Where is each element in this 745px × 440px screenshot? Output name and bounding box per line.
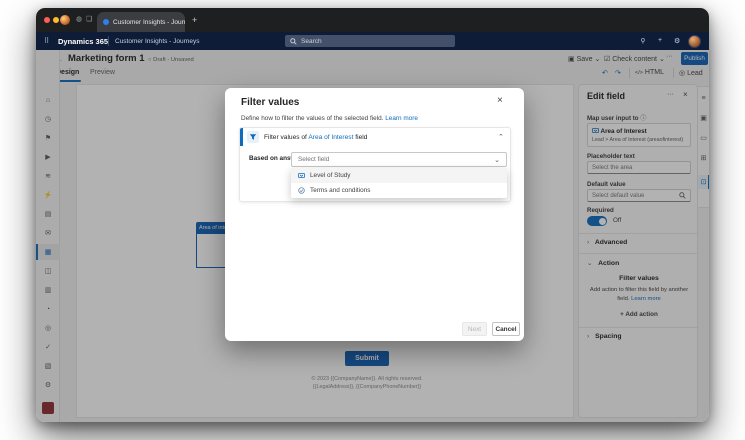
select-field-combobox[interactable]: Select field ⌄ [291,152,507,167]
next-button[interactable]: Next [462,322,487,336]
minimize-window-button[interactable] [53,17,59,23]
app-header: ⠿ Dynamics 365 Customer Insights - Journ… [36,32,709,50]
app-content: ← Marketing form 1 ○ Draft - Unsaved ▣ S… [36,50,709,422]
waffle-menu-icon[interactable]: ⠿ [44,37,49,45]
option-level-of-study[interactable]: Level of Study [291,168,507,183]
choice-field-icon [298,173,305,178]
user-avatar[interactable] [688,34,701,48]
browser-window: ◍ ❏ Customer Insights - Journeys × + ⠿ D… [36,8,709,422]
tab-title: Customer Insights - Journeys [113,18,185,26]
browser-profile-avatar[interactable] [60,15,70,25]
checkmark-circle-icon [298,187,305,194]
add-icon[interactable]: + [658,37,662,44]
global-search-input[interactable]: Search [285,35,455,47]
browser-tab[interactable]: Customer Insights - Journeys × [97,12,185,32]
dialog-close-icon[interactable]: × [497,95,503,106]
combobox-chevron-icon: ⌄ [494,156,500,164]
search-icon [290,37,297,45]
header-divider [108,36,109,46]
section-accent-bar [240,128,243,146]
search-placeholder: Search [301,37,322,45]
cancel-button[interactable]: Cancel [492,322,520,336]
new-tab-button[interactable]: + [192,16,197,25]
tab-favicon [103,19,109,25]
tab-overview-icon[interactable]: ❏ [86,15,92,23]
field-name-link[interactable]: Area of Interest [308,134,353,141]
dialog-learn-more-link[interactable]: Learn more [385,115,418,122]
coach-lightbulb-icon[interactable]: ϙ [641,37,645,44]
field-options-dropdown: Level of Study Terms and conditions [291,168,507,198]
dialog-title: Filter values [241,97,300,108]
settings-gear-icon[interactable]: ⚙ [674,37,680,45]
extensions-icon[interactable]: ◍ [76,15,82,23]
option-terms-and-conditions[interactable]: Terms and conditions [291,183,507,198]
filter-values-dialog: Filter values × Define how to filter the… [225,88,524,341]
filter-funnel-icon [247,131,259,143]
close-window-button[interactable] [44,17,50,23]
browser-chrome: ◍ ❏ Customer Insights - Journeys × + [36,8,709,32]
dialog-subtitle: Define how to filter the values of the s… [241,115,418,122]
collapse-chevron-icon[interactable]: ⌃ [498,133,504,141]
combobox-placeholder: Select field [298,156,330,163]
filter-section-header[interactable]: Filter values of Area of Interest field [264,134,367,141]
app-name[interactable]: Customer Insights - Journeys [115,38,200,45]
brand-logo[interactable]: Dynamics 365 [58,37,108,46]
